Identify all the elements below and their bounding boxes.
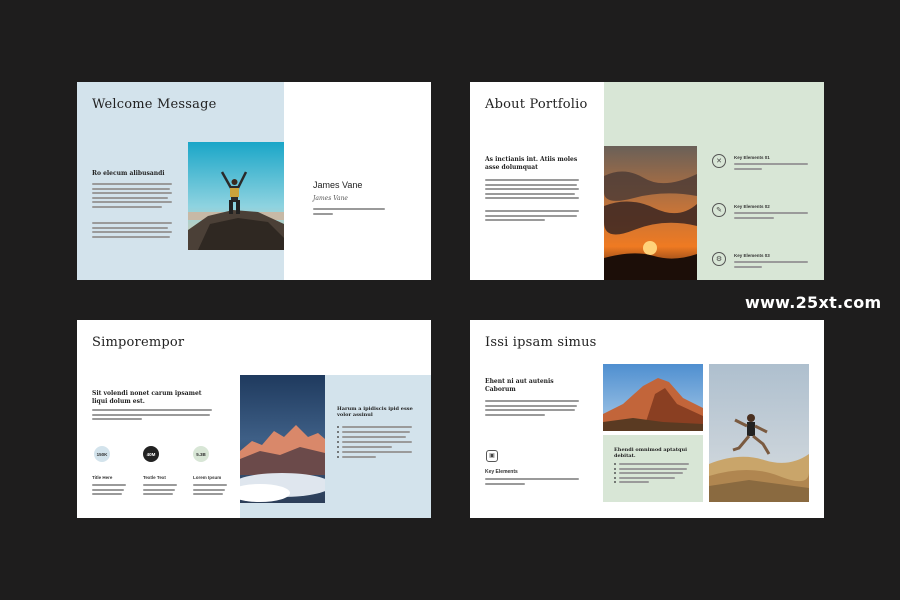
slide-welcome-message[interactable]: Welcome Message Ro elecum alibusandi Jam… (77, 82, 431, 280)
slide-about-portfolio[interactable]: About Portfolio As inctianis int. Atiis … (470, 82, 824, 280)
bullet-list (614, 463, 689, 483)
mountain-peaks-photo (240, 375, 325, 503)
slide-subhead: As inctianis int. Atiis moles asse dolum… (485, 156, 578, 171)
stat-circle-1: 150K (94, 446, 110, 462)
slide-subhead: Ehent ni aut autenis Caborum (485, 378, 554, 393)
slide-issi-ipsam-simus[interactable]: Issi ipsam simus Ehent ni aut autenis Ca… (470, 320, 824, 518)
running-man-photo (709, 364, 809, 502)
body-text-lines-2 (485, 210, 579, 222)
body-text-lines (485, 400, 579, 416)
slide-title: Issi ipsam simus (485, 335, 597, 350)
body-text-lines (485, 179, 579, 200)
panel-subhead: Harum a ipidiscis ipid esse volor assinu… (337, 406, 413, 418)
author-signature: James Vane (313, 195, 348, 202)
author-text-lines (313, 208, 385, 215)
body-text-lines-2 (92, 222, 172, 238)
slide-simporempor[interactable]: Simporempor Sit volendi nonet carum ipsa… (77, 320, 431, 518)
stat-label-1: Title Here (92, 475, 113, 480)
slide-title: About Portfolio (485, 97, 588, 112)
briefcase-icon: ▣ (486, 450, 498, 462)
hiker-photo (188, 142, 284, 250)
body-text-lines (92, 409, 212, 421)
body-text-lines (92, 183, 172, 208)
rock-mountain-photo (603, 364, 703, 431)
edit-icon: ✎ (712, 203, 726, 217)
bullet-list (337, 426, 412, 458)
author-name: James Vane (313, 180, 363, 190)
panel-subhead: Ehendi omnimod aptatqui debitat. (614, 447, 688, 459)
key-elements-label: Key Elements (485, 469, 518, 475)
stat-label-2: Textle Text (143, 475, 166, 480)
gear-icon: ⚙ (712, 252, 726, 266)
sunset-photo (604, 146, 697, 280)
stat-circle-2: 40M (143, 446, 159, 462)
slide-title: Simporempor (92, 335, 185, 350)
stat-label-3: Lorem Ipsum (193, 475, 222, 480)
slide-subhead: Sit volendi nonet carum ipsamet liqui do… (92, 390, 202, 405)
slide-title: Welcome Message (92, 97, 217, 112)
watermark-text: www.25xt.com (745, 293, 882, 312)
slide-subhead: Ro elecum alibusandi (92, 170, 165, 177)
tools-icon: ✕ (712, 154, 726, 168)
stat-circle-3: 5.3B (193, 446, 209, 462)
